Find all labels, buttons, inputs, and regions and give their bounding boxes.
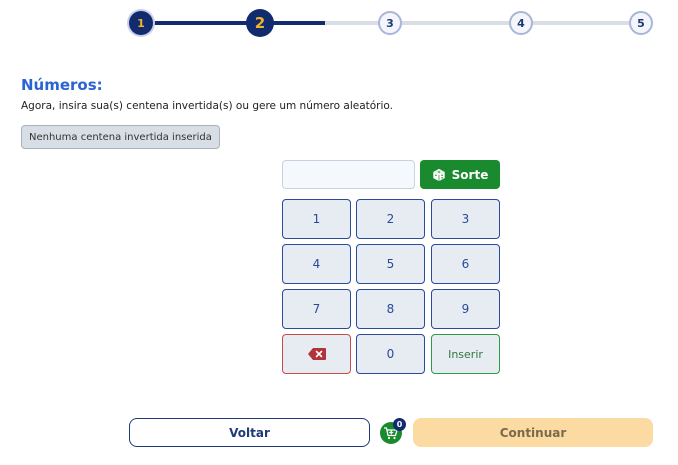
key-4[interactable]: 4 xyxy=(282,244,351,284)
sorte-label: Sorte xyxy=(451,167,489,182)
step-5: 5 xyxy=(629,11,653,35)
key-5[interactable]: 5 xyxy=(356,244,425,284)
cart-count-badge: 0 xyxy=(393,418,406,431)
key-2[interactable]: 2 xyxy=(356,199,425,239)
section-title: Números: xyxy=(21,76,103,94)
step-3: 3 xyxy=(378,11,402,35)
key-0[interactable]: 0 xyxy=(356,334,425,374)
sorte-button[interactable]: Sorte xyxy=(420,160,500,189)
stepper-track-pending xyxy=(325,21,641,25)
key-8[interactable]: 8 xyxy=(356,289,425,329)
key-9[interactable]: 9 xyxy=(431,289,500,329)
inserted-numbers-chip: Nenhuma centena invertida inserida xyxy=(21,125,220,149)
section-subtitle: Agora, insira sua(s) centena invertida(s… xyxy=(21,100,393,112)
number-input[interactable] xyxy=(282,160,415,189)
back-button[interactable]: Voltar xyxy=(129,418,370,447)
continue-button[interactable]: Continuar xyxy=(413,418,653,447)
step-1: 1 xyxy=(129,11,153,35)
step-4: 4 xyxy=(509,11,533,35)
delete-button[interactable] xyxy=(282,334,351,374)
stepper-track-complete xyxy=(140,21,260,25)
dice-icon xyxy=(432,168,445,181)
step-2: 2 xyxy=(246,9,274,37)
key-7[interactable]: 7 xyxy=(282,289,351,329)
key-3[interactable]: 3 xyxy=(431,199,500,239)
backspace-icon xyxy=(307,348,326,360)
insert-button[interactable]: Inserir xyxy=(431,334,500,374)
key-6[interactable]: 6 xyxy=(431,244,500,284)
key-1[interactable]: 1 xyxy=(282,199,351,239)
progress-stepper: 1 2 3 4 5 xyxy=(0,0,678,48)
